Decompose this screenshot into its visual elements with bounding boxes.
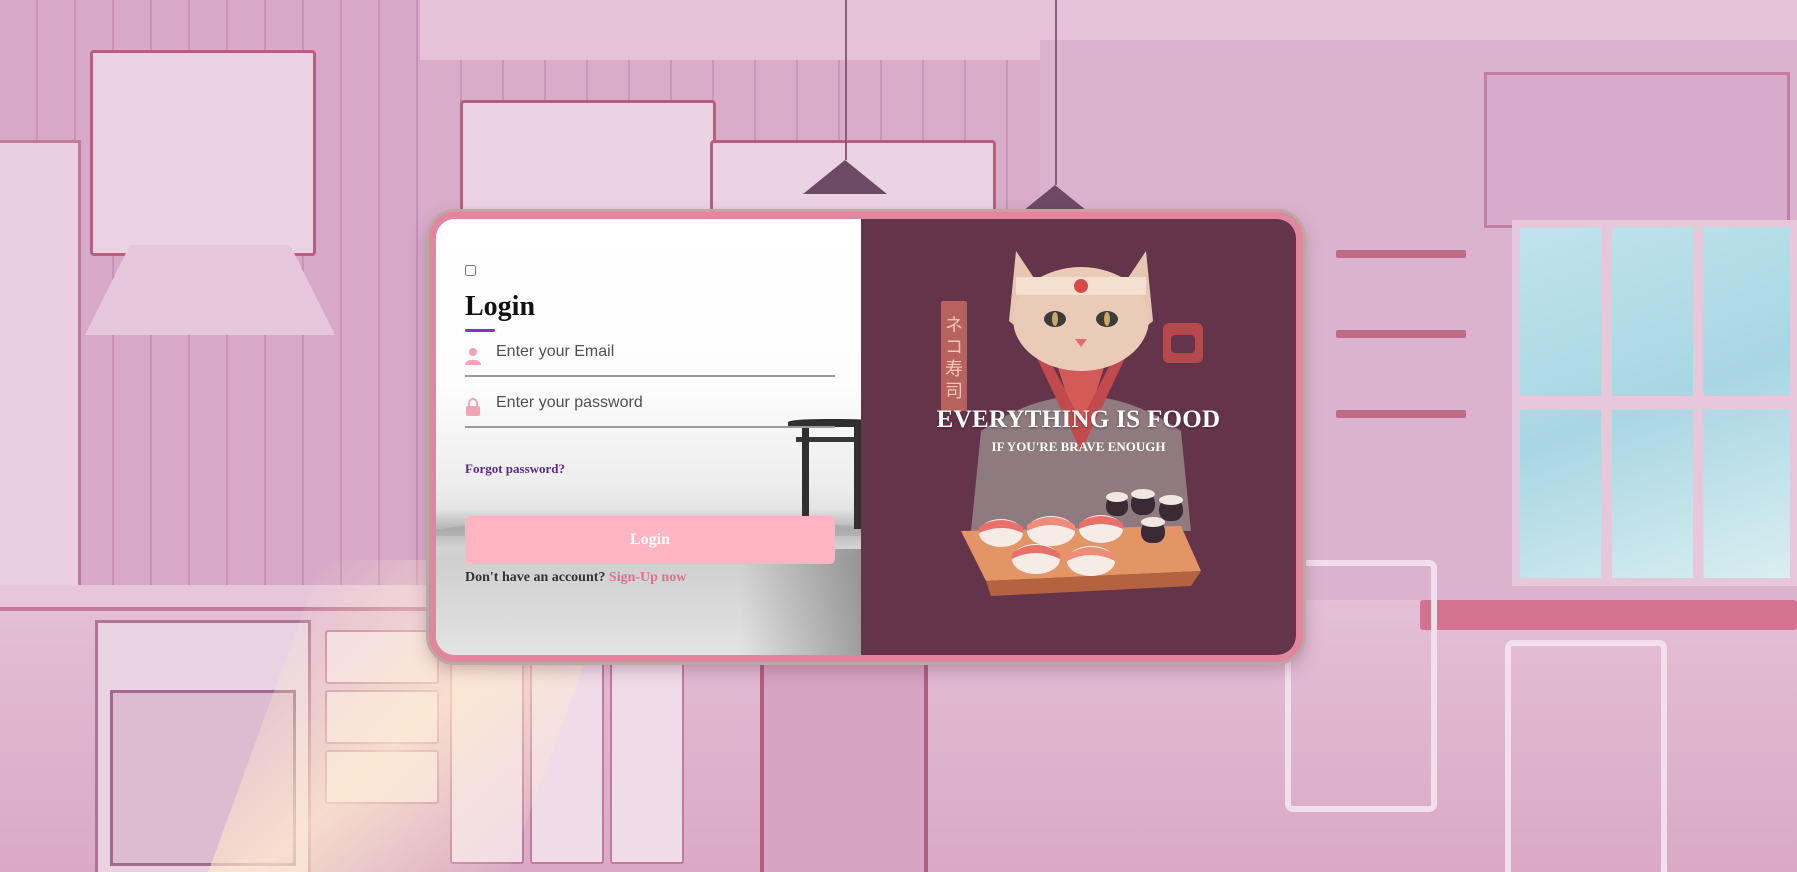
login-panel: Login Forgot password? Login Don't have … [436,219,861,655]
hero-title: EVERYTHING IS FOOD [936,406,1221,433]
wall-shelf [1336,250,1466,258]
login-button[interactable]: Login [465,516,835,564]
svg-text:コ: コ [945,337,963,358]
signup-row: Don't have an account? Sign-Up now [465,570,686,586]
svg-text:寿: 寿 [945,359,963,380]
password-field-group [465,382,835,428]
back-door [760,660,928,872]
chair [1505,640,1667,872]
wall-shelf-3 [1336,410,1466,418]
lamp-cord [845,0,847,160]
hero-panel: ネ コ 寿 司 EVERYTHING IS FOOD IF YOU'RE BRA… [861,219,1296,655]
email-field-group [465,331,835,377]
kitchen-window [1512,220,1797,586]
dining-table [1420,600,1797,630]
password-input[interactable] [494,382,828,424]
login-card: Login Forgot password? Login Don't have … [429,212,1303,662]
chair [1285,560,1437,812]
forgot-password-link[interactable]: Forgot password? [465,461,565,477]
pendant-lamp [803,160,887,194]
lamp-cord-2 [1055,0,1057,185]
sushi-cat-illustration: ネ コ 寿 司 [941,251,1203,596]
user-icon [465,348,481,365]
email-input[interactable] [494,331,828,373]
wall-shelf-2 [1336,330,1466,338]
upper-cabinet [90,50,316,256]
glass-cabinet [460,100,716,216]
signup-link[interactable]: Sign-Up now [609,570,686,585]
cabinet-door [610,650,684,864]
login-title: Login [465,291,536,322]
window-blind [1484,72,1790,228]
water-reflection [741,549,861,655]
lock-icon [466,398,480,416]
signup-prompt: Don't have an account? [465,570,606,585]
svg-text:ネ: ネ [945,315,963,336]
svg-text:司: 司 [945,381,963,402]
flip-checkbox[interactable] [465,265,476,276]
fridge [0,140,81,626]
hero-subtitle: IF YOU'RE BRAVE ENOUGH [991,439,1166,454]
torii-gate-image [788,419,861,529]
